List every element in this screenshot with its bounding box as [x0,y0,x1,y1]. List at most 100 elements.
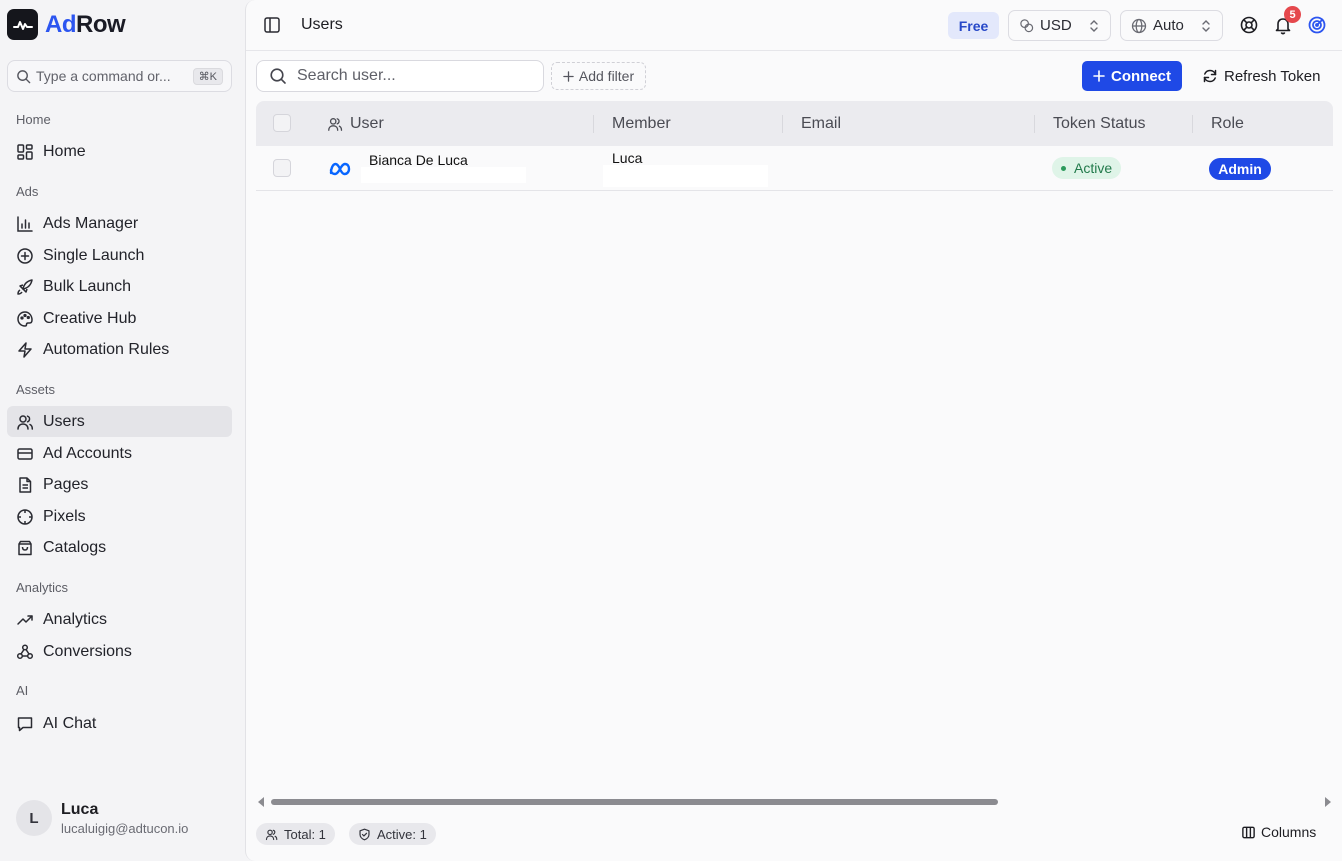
add-filter-button[interactable]: Add filter [551,62,646,90]
account-menu[interactable]: L Luca lucaluigig@adtucon.io [16,800,188,836]
section-label-analytics: Analytics [16,580,69,595]
sidebar-item-bulk-launch[interactable]: Bulk Launch [7,271,232,302]
notification-count-badge: 5 [1284,6,1301,23]
dashboard-icon [17,143,33,160]
sidebar-item-label: Creative Hub [43,309,137,327]
sidebar-item-label: Pixels [43,507,86,525]
target-icon[interactable] [1307,15,1327,35]
brand-name: AdRow [45,10,126,39]
sidebar-item-pixels[interactable]: Pixels [7,501,232,532]
active-count-chip: Active: 1 [349,823,436,845]
bar-chart-icon [17,215,33,232]
globe-icon [1131,18,1147,33]
sidebar-item-label: Ads Manager [43,214,139,232]
document-icon [19,476,32,493]
horizontal-scrollbar[interactable] [256,795,1333,809]
chevron-up-down-icon [1090,19,1098,32]
crosshair-icon [17,508,33,525]
sidebar: AdRow Type a command or... ⌘K Home Home … [0,0,245,861]
sidebar-item-ads-manager[interactable]: Ads Manager [7,208,232,239]
command-shortcut: ⌘K [192,67,223,85]
users-icon [17,414,34,430]
plus-circle-icon [17,247,33,264]
sidebar-item-catalogs[interactable]: Catalogs [7,532,232,563]
language-select[interactable]: Auto [1120,10,1223,41]
redacted-user-id [361,167,526,183]
connect-label: Connect [1111,67,1171,85]
connect-button[interactable]: Connect [1082,61,1182,91]
sidebar-item-automation-rules[interactable]: Automation Rules [7,334,232,365]
sidebar-item-ai-chat[interactable]: AI Chat [7,708,232,739]
brand-name-part2: Row [76,10,126,38]
column-divider[interactable] [593,115,594,133]
lightning-icon [18,341,32,358]
member-cell: Luca [612,150,643,166]
sidebar-item-conversions[interactable]: Conversions [7,636,232,667]
top-bar: Users Free USD Auto 5 [246,0,1342,51]
currency-value: USD [1040,17,1072,34]
user-name: Luca [61,800,99,818]
language-value: Auto [1153,17,1184,34]
sidebar-item-label: Bulk Launch [43,277,132,295]
currency-select[interactable]: USD [1008,10,1111,41]
column-header-label: Member [612,114,671,132]
brand[interactable]: AdRow [7,9,126,40]
scroll-right-arrow[interactable] [1325,797,1331,807]
user-search[interactable] [256,60,544,92]
search-icon [17,69,31,83]
role-badge: Admin [1209,158,1271,180]
table-row[interactable]: Bianca De Luca Luca Active Admin [256,146,1333,191]
users-icon [328,117,343,131]
column-header-role[interactable]: Role [1211,101,1244,146]
help-lifebuoy-icon[interactable] [1239,15,1259,35]
sidebar-item-label: Ad Accounts [43,444,132,462]
users-table: User Member Email Token Status Role Bian… [256,101,1333,191]
column-header-label: Role [1211,114,1244,132]
command-search[interactable]: Type a command or... ⌘K [7,60,232,92]
user-name-cell: Bianca De Luca [369,152,468,168]
column-divider[interactable] [782,115,783,133]
sidebar-item-label: Catalogs [43,538,107,556]
sidebar-item-users[interactable]: Users [7,406,232,437]
sidebar-item-single-launch[interactable]: Single Launch [7,240,232,271]
sidebar-item-pages[interactable]: Pages [7,469,232,500]
row-checkbox[interactable] [273,159,291,177]
active-count-label: Active: 1 [377,826,427,842]
sidebar-item-label: Pages [43,475,89,493]
refresh-token-label: Refresh Token [1224,67,1321,85]
search-input[interactable] [297,67,527,85]
adrow-logo-icon [7,9,38,40]
columns-button[interactable]: Columns [1241,824,1316,840]
palette-icon [17,310,33,327]
sidebar-item-label: AI Chat [43,714,97,732]
column-divider[interactable] [1192,115,1193,133]
add-filter-label: Add filter [578,68,635,84]
page-title: Users [301,16,343,33]
sidebar-item-analytics[interactable]: Analytics [7,604,232,635]
scrollbar-thumb[interactable] [271,799,998,805]
shopping-bag-icon [18,540,32,555]
column-divider[interactable] [1034,115,1035,133]
sidebar-item-creative-hub[interactable]: Creative Hub [7,303,232,334]
column-header-email[interactable]: Email [801,101,841,146]
column-header-label: Token Status [1053,114,1146,132]
table-header: User Member Email Token Status Role [256,101,1333,146]
refresh-token-button[interactable]: Refresh Token [1202,61,1320,91]
sidebar-item-home[interactable]: Home [7,136,232,167]
chat-icon [17,716,33,731]
main-panel: Users Free USD Auto 5 Add filter Connect… [245,0,1342,861]
status-badge: Active [1052,157,1122,179]
select-all-checkbox[interactable] [273,114,291,132]
column-header-label: Email [801,114,842,132]
column-header-token-status[interactable]: Token Status [1053,101,1146,146]
sidebar-item-ad-accounts[interactable]: Ad Accounts [7,438,232,469]
plan-badge[interactable]: Free [948,12,999,39]
trending-up-icon [17,614,33,625]
scroll-left-arrow[interactable] [258,797,264,807]
sidebar-toggle-icon[interactable] [262,15,282,35]
column-header-member[interactable]: Member [612,101,671,146]
chevron-up-down-icon [1202,19,1210,32]
plus-icon [1093,70,1105,82]
sidebar-item-label: Single Launch [43,246,145,264]
column-header-user[interactable]: User [327,101,384,146]
